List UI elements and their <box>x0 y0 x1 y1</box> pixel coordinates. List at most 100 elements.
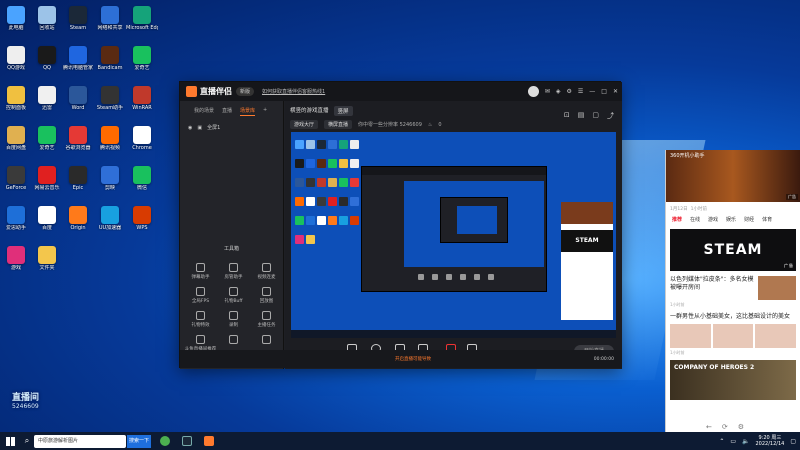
layout-icon[interactable]: ▤ <box>578 111 585 121</box>
desktop-icon[interactable]: 谷歌浏览器 <box>62 126 94 151</box>
desktop-icon[interactable]: 百度 <box>31 206 63 231</box>
tool-item[interactable]: 房管助手 <box>217 263 250 280</box>
desktop-icon[interactable]: Bandicam <box>94 46 126 71</box>
tool-item[interactable]: 视频连麦 <box>250 263 283 280</box>
network-icon[interactable]: ▭ <box>730 438 736 445</box>
volume-icon[interactable]: 🔈 <box>742 438 749 445</box>
record-icon[interactable]: ⊡ <box>564 111 570 121</box>
scene-item[interactable]: 全屏1 <box>207 124 220 131</box>
desktop-icon[interactable]: Steam助手 <box>94 86 126 111</box>
desktop-icon[interactable]: UU加速器 <box>94 206 126 231</box>
category-select[interactable]: 游戏大厅 <box>290 120 319 129</box>
desktop-icon[interactable]: WinRAR <box>126 86 158 111</box>
ad-tab[interactable]: 游戏 <box>708 216 718 223</box>
desktop-icon-label: Chrome <box>132 145 152 151</box>
minimize-icon[interactable]: — <box>589 88 595 95</box>
tool-item[interactable]: 全局FPS <box>184 287 217 304</box>
tool-item[interactable]: 弹幕助手 <box>184 263 217 280</box>
news-item[interactable]: 一群男性从小基础美女，这比基础设计的美女 <box>666 308 800 321</box>
taskbar-search-button[interactable]: 搜索一下 <box>127 434 151 448</box>
desktop-icon[interactable]: Epic <box>62 166 94 191</box>
back-icon[interactable]: ← <box>706 423 712 431</box>
search-icon[interactable]: ⌕ <box>20 436 34 446</box>
tool-item[interactable]: 录制 <box>217 311 250 328</box>
preview-icon <box>295 197 304 206</box>
desktop-icon[interactable]: 腾讯视频 <box>94 126 126 151</box>
taskbar-search-input[interactable]: 中原旅游解析图片 <box>34 434 126 448</box>
tool-item[interactable]: 礼物Buff <box>217 287 250 304</box>
tab-scene-library[interactable]: 场景库 <box>240 107 256 116</box>
desktop-icon[interactable]: 爱思助手 <box>0 206 32 231</box>
desktop-icon[interactable]: 网易云音乐 <box>31 166 63 191</box>
tool-item[interactable]: 礼物特效 <box>184 311 217 328</box>
ad-banner[interactable]: 360开机小助手 广告 <box>666 150 800 202</box>
steam-ad-card[interactable]: STEAM 广告 <box>670 229 796 271</box>
news-title: 一群男性从小基础美女，这比基础设计的美女 <box>670 313 791 320</box>
news-item[interactable]: 以色列媒体"拉皮条"：多名女模被曝开房间 <box>666 271 800 300</box>
notification-icon[interactable]: ▢ <box>790 438 796 445</box>
settings-icon[interactable]: ⚙ <box>567 88 572 95</box>
desktop-icon-label: Steam <box>69 25 87 31</box>
ad-tab[interactable]: 体育 <box>762 216 772 223</box>
taskbar-app-steam[interactable] <box>179 433 195 449</box>
desktop-icon[interactable]: 控制面板 <box>0 86 32 111</box>
desktop-icon[interactable]: QQ <box>31 46 63 71</box>
tab-my-scenes[interactable]: 我的场景 <box>194 107 214 116</box>
tray-up-icon[interactable]: ⌃ <box>719 438 724 445</box>
ad-tab[interactable]: 推荐 <box>672 216 682 223</box>
ad-tab[interactable]: 财经 <box>744 216 754 223</box>
message-icon[interactable]: ✉ <box>545 88 550 95</box>
mode-select[interactable]: 横屏直播 <box>324 120 353 129</box>
desktop-icon[interactable]: 网络和共享 <box>94 6 126 31</box>
desktop-icon[interactable]: 游戏 <box>0 246 32 271</box>
ad-tab[interactable]: 娱乐 <box>726 216 736 223</box>
watermark-number: 5246609 <box>12 403 39 410</box>
tab-live[interactable]: 直播 <box>222 107 232 116</box>
desktop-icon[interactable]: WPS <box>126 206 158 231</box>
start-button[interactable] <box>0 432 20 450</box>
share-icon[interactable]: ⤴ <box>607 111 614 121</box>
notice-link[interactable]: 如何获取直播伴侣客服热线1 <box>262 88 325 95</box>
clock[interactable]: 9:20 周三 2022/12/14 <box>756 435 785 447</box>
version-badge[interactable]: 新版 <box>236 87 255 96</box>
desktop-icon[interactable]: Origin <box>62 206 94 231</box>
tool-item[interactable]: 主播任务 <box>250 311 283 328</box>
add-scene-icon[interactable]: + <box>263 107 267 116</box>
eye-icon[interactable]: ◉ <box>188 125 192 131</box>
game-ad-banner[interactable]: COMPANY OF HEROES 2 <box>670 360 796 400</box>
settings-icon[interactable]: ⚙ <box>738 423 744 431</box>
desktop-icon[interactable]: 爱奇艺 <box>126 46 158 71</box>
lock-icon[interactable]: ▣ <box>197 125 202 131</box>
desktop-icon[interactable]: 文件夹 <box>31 246 63 271</box>
taskbar-app-livestream[interactable] <box>201 433 217 449</box>
taskbar: ⌕ 中原旅游解析图片 搜索一下 ⌃ ▭ 🔈 9:20 周三 2022/12/14… <box>0 432 800 450</box>
refresh-icon[interactable]: ⟳ <box>722 423 728 431</box>
desktop-icon[interactable]: QQ游戏 <box>0 46 32 71</box>
taskbar-app-browser[interactable] <box>157 433 173 449</box>
stream-preview[interactable]: STEAM <box>291 132 616 338</box>
desktop-icon[interactable]: 回收站 <box>31 6 63 31</box>
preview-icon <box>317 178 326 187</box>
menu-icon[interactable]: ☰ <box>578 88 583 95</box>
desktop-icon[interactable]: 爱奇艺 <box>31 126 63 151</box>
desktop-icon[interactable]: 微信 <box>126 166 158 191</box>
desktop-icon[interactable]: Microsoft Edge <box>126 6 158 31</box>
desktop-icon[interactable]: GeForce <box>0 166 32 191</box>
desktop-icon[interactable]: 迅雷 <box>31 86 63 111</box>
avatar[interactable] <box>527 86 539 97</box>
desktop-icon[interactable]: Chrome <box>126 126 158 151</box>
desktop-icon[interactable]: 腾讯电脑管家 <box>62 46 94 71</box>
desktop-icon[interactable]: 剪映 <box>94 166 126 191</box>
desktop-icon[interactable]: 此电脑 <box>0 6 32 31</box>
desktop-icon[interactable]: Steam <box>62 6 94 31</box>
tool-item[interactable]: 回放图 <box>250 287 283 304</box>
ad-tab[interactable]: 在线 <box>690 216 700 223</box>
desktop-icon[interactable]: 百度网盘 <box>0 126 32 151</box>
tab-landscape[interactable]: 横竖的游戏直播 <box>290 106 329 116</box>
chat-icon[interactable]: ▢ <box>592 111 599 121</box>
desktop-icon[interactable]: Word <box>62 86 94 111</box>
close-icon[interactable]: ✕ <box>613 88 618 95</box>
skin-icon[interactable]: ◈ <box>556 88 561 95</box>
tab-portrait[interactable]: 竖屏 <box>333 106 353 116</box>
maximize-icon[interactable]: □ <box>601 88 607 95</box>
